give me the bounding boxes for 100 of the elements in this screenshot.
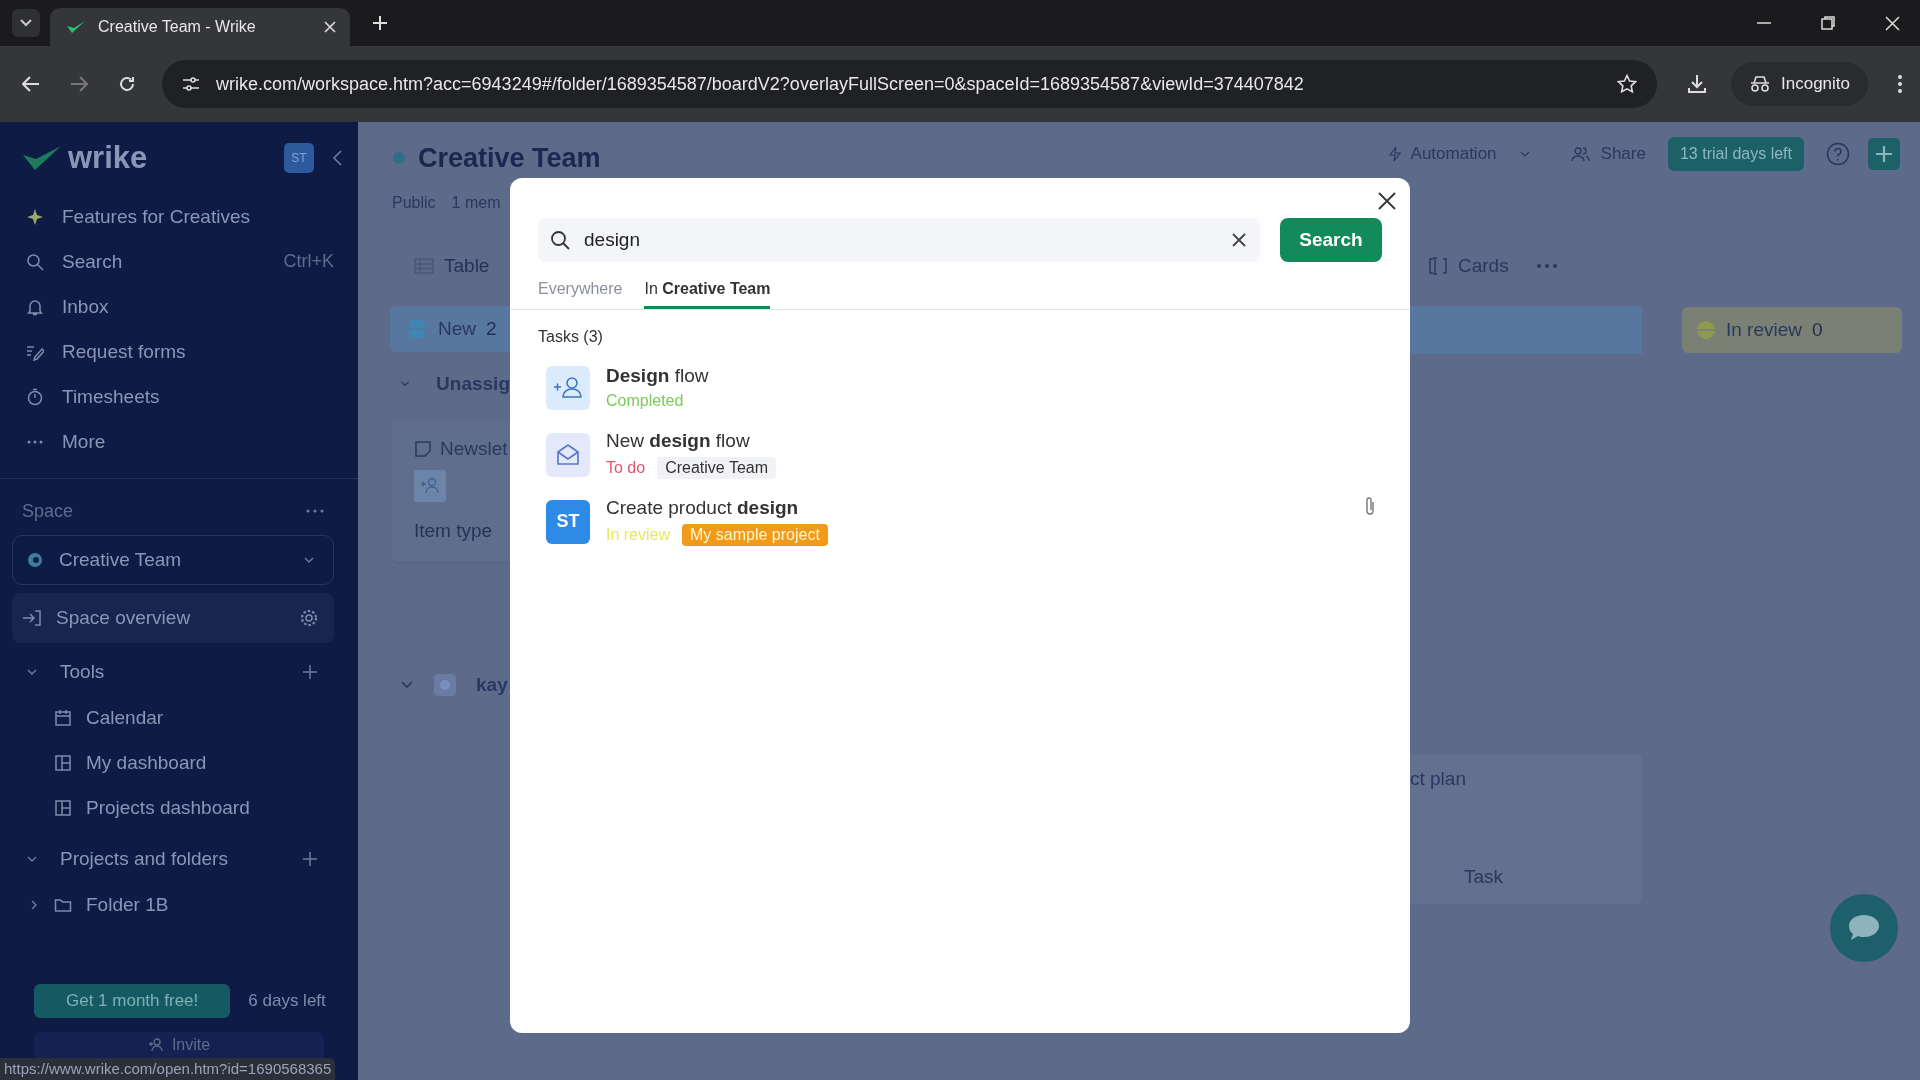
tab-title: Creative Team - Wrike	[98, 18, 257, 36]
column-count: 2	[486, 318, 497, 340]
status-text: Completed	[606, 392, 684, 410]
enter-arrow-icon	[22, 610, 42, 626]
person-add-icon	[546, 365, 590, 410]
clear-icon[interactable]	[1232, 233, 1246, 247]
space-name: Creative Team	[59, 549, 183, 571]
trial-days-text: 6 days left	[248, 991, 326, 1011]
scope-tab[interactable]: In Creative Team	[644, 280, 771, 309]
result-title: New design flow	[606, 430, 751, 452]
section-label: Space	[22, 500, 74, 522]
section-title[interactable]: Projects and folders	[60, 848, 280, 870]
column-name: In review	[1726, 319, 1803, 341]
settings-icon[interactable]	[300, 609, 318, 627]
tree-label: Calendar	[86, 706, 165, 729]
result-title: Create product design	[606, 497, 800, 519]
search-field[interactable]: design	[538, 218, 1260, 262]
tree-item[interactable]: Calendar	[12, 695, 334, 740]
nav-item[interactable]: Inbox	[12, 284, 334, 329]
browser-tab[interactable]: Creative Team - Wrike	[50, 8, 350, 46]
add-icon[interactable]	[302, 664, 318, 680]
nav-label: More	[62, 430, 107, 453]
search-icon	[26, 252, 44, 271]
nav-item[interactable]: Features for Creatives	[12, 194, 334, 239]
dashboard-icon	[54, 798, 72, 817]
nav-item[interactable]: Timesheets	[12, 374, 334, 419]
page-title: Creative Team	[418, 142, 601, 174]
add-icon[interactable]	[302, 851, 318, 867]
invite-label: Invite	[171, 1036, 211, 1054]
add-icon[interactable]	[1868, 138, 1900, 170]
chevron-icon[interactable]	[400, 680, 414, 690]
nav-label: Features for Creatives	[62, 205, 251, 228]
help-icon[interactable]	[1826, 142, 1850, 166]
tab-list-button[interactable]	[12, 9, 40, 37]
nav-label: Inbox	[62, 295, 110, 318]
note-icon	[414, 440, 432, 458]
nav-item[interactable]: Request forms	[12, 329, 334, 374]
browser-menu-icon[interactable]	[1898, 75, 1902, 93]
incognito-icon	[1749, 76, 1771, 92]
bookmark-star-icon[interactable]	[1617, 74, 1637, 94]
project-tag: Creative Team	[657, 457, 776, 479]
tree-label: Folder 1B	[86, 893, 170, 916]
avatar-icon	[434, 674, 456, 696]
scope-tab[interactable]: Everywhere	[538, 280, 623, 309]
address-bar[interactable]: wrike.com/workspace.htm?acc=6943249#/folder/1689354587/boardV2?overlayFullScreen=0&spaceId=1689354587&viewId=374407842	[162, 60, 1657, 108]
search-result[interactable]: ST Create product design In review My sample project	[538, 488, 1376, 555]
status-icon	[406, 319, 428, 339]
nav-label: Timesheets	[62, 385, 161, 408]
more-icon	[26, 439, 44, 444]
restore-icon[interactable]	[1821, 16, 1835, 30]
search-result[interactable]: Design flow Completed	[538, 354, 1376, 421]
more-icon[interactable]	[306, 509, 324, 513]
link-preview: https://www.wrike.com/open.htm?id=1690568365	[0, 1058, 336, 1080]
chat-icon[interactable]	[1830, 894, 1898, 962]
download-icon[interactable]	[1687, 74, 1707, 94]
search-result[interactable]: New design flow To do Creative Team	[538, 421, 1376, 488]
section-title[interactable]: Tools	[60, 661, 280, 683]
tree-item[interactable]: Folder 1B	[12, 882, 334, 927]
space-overview-item[interactable]: Space overview	[12, 593, 334, 643]
field-label: Item type	[414, 520, 493, 542]
back-icon[interactable]	[22, 76, 40, 92]
status-text: To do	[606, 459, 646, 477]
forward-icon[interactable]	[70, 76, 88, 92]
tree-label: Projects dashboard	[86, 796, 251, 819]
sparkle-icon	[26, 207, 44, 226]
nav-item[interactable]: Search Ctrl+K	[12, 239, 334, 284]
more-icon[interactable]	[1536, 264, 1557, 268]
close-icon[interactable]	[1378, 192, 1396, 210]
card-title: ct plan	[1410, 768, 1467, 790]
card-type: Task	[1463, 866, 1505, 888]
nav-label: Request forms	[62, 340, 187, 363]
space-dropdown[interactable]: Creative Team	[12, 535, 334, 585]
promo-button[interactable]: Get 1 month free!	[34, 984, 231, 1018]
nav-item[interactable]: More	[12, 419, 334, 464]
reload-icon[interactable]	[118, 75, 136, 93]
url-text: wrike.com/workspace.htm?acc=6943249#/folder/1689354587/boardV2?overlayFullScreen=0&spaceId=1689354587&viewId=374407842	[216, 73, 1305, 95]
profile-label: Incognito	[1781, 74, 1850, 94]
logo-check-icon	[22, 145, 62, 171]
trial-button[interactable]: 13 trial days left	[1667, 137, 1804, 171]
incognito-chip[interactable]: Incognito	[1731, 62, 1868, 106]
close-tab-icon[interactable]	[324, 21, 336, 33]
user-avatar: ST	[546, 499, 590, 544]
status-icon	[1696, 320, 1716, 340]
cards-icon	[1428, 257, 1448, 275]
stopwatch-icon	[26, 387, 44, 406]
space-icon	[27, 552, 43, 568]
nav-label: Space overview	[56, 607, 192, 629]
tree-item[interactable]: My dashboard	[12, 740, 334, 785]
logo-text: wrike	[68, 140, 148, 176]
envelope-icon	[546, 432, 590, 477]
card-title: Newslet	[440, 438, 508, 460]
site-settings-icon[interactable]	[182, 76, 200, 92]
column-count: 0	[1812, 319, 1823, 341]
collapse-icon[interactable]	[332, 150, 342, 166]
new-tab-icon[interactable]	[372, 15, 388, 31]
section-heading: Tasks (3)	[538, 328, 604, 346]
search-button[interactable]: Search	[1280, 218, 1382, 262]
column-name: New	[438, 318, 476, 340]
tree-item[interactable]: Projects dashboard	[12, 785, 334, 830]
invite-button[interactable]: Invite	[34, 1032, 324, 1058]
